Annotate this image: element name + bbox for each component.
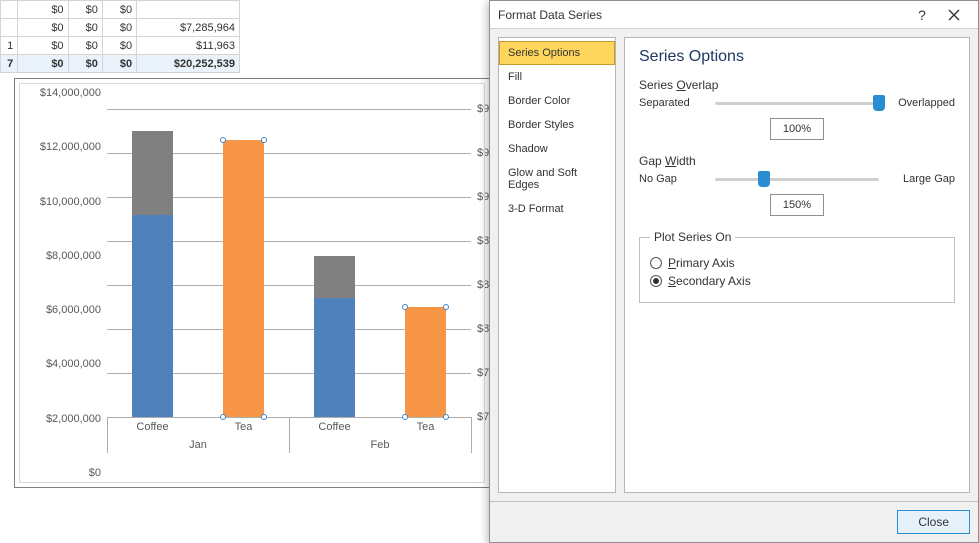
y2-axis-label: $9 [477,103,489,115]
nav-item-series-options[interactable]: Series Options [499,41,615,65]
cell[interactable]: $0 [102,55,136,73]
gap-width-label: Gap Width [639,154,955,168]
cell[interactable]: $0 [18,19,68,37]
cell[interactable] [1,1,18,19]
cell[interactable]: $11,963 [137,37,240,55]
x-axis-group-label: Jan [189,439,207,451]
dialog-content: Series Options Series Overlap Separated … [624,37,970,493]
help-button[interactable]: ? [906,4,938,26]
selection-handle[interactable] [402,414,408,420]
y2-axis-label: $9 [477,191,489,203]
gap-slider[interactable] [715,170,879,188]
cell[interactable]: $0 [68,19,102,37]
gap-value-input[interactable]: 150% [770,194,824,216]
y2-axis-label: $7 [477,411,489,423]
cell[interactable]: $0 [102,37,136,55]
dialog-footer: Close [490,501,978,542]
cell[interactable] [137,1,240,19]
y-axis-label: $12,000,000 [40,141,101,153]
overlap-left-label: Separated [639,97,705,109]
selection-handle[interactable] [402,304,408,310]
y-axis-label: $6,000,000 [46,304,101,316]
format-data-series-dialog: Format Data Series ? Series OptionsFillB… [489,0,979,543]
bar-blue[interactable] [314,298,355,417]
overlap-right-label: Overlapped [889,97,955,109]
y-axis-label: $14,000,000 [40,87,101,99]
overlap-value-input[interactable]: 100% [770,118,824,140]
content-heading: Series Options [639,48,955,66]
gap-thumb[interactable] [758,171,770,187]
nav-item-border-color[interactable]: Border Color [499,89,615,113]
cell[interactable]: $0 [102,19,136,37]
selection-handle[interactable] [220,414,226,420]
gap-right-label: Large Gap [889,173,955,185]
selection-handle[interactable] [261,414,267,420]
overlap-slider[interactable] [715,94,879,112]
y2-axis-label: $8 [477,279,489,291]
cell[interactable]: $0 [18,37,68,55]
embedded-chart[interactable]: $7$7$8$8$8$9$9$9CoffeeTeaCoffeeTeaJanFeb… [14,78,490,488]
primary-axis-radio[interactable]: Primary Axis [650,256,944,270]
selection-handle[interactable] [443,304,449,310]
y-axis-label: $0 [89,467,101,479]
selection-handle[interactable] [261,137,267,143]
nav-item-border-styles[interactable]: Border Styles [499,113,615,137]
cell[interactable]: $0 [18,1,68,19]
dialog-titlebar: Format Data Series ? [490,1,978,29]
dialog-nav: Series OptionsFillBorder ColorBorder Sty… [498,37,616,493]
y-axis-label: $8,000,000 [46,250,101,262]
x-axis-label: Coffee [136,421,168,433]
x-axis-group-label: Feb [371,439,390,451]
y2-axis-label: $8 [477,323,489,335]
bar-blue[interactable] [132,215,173,417]
dialog-title: Format Data Series [498,8,906,22]
cell[interactable]: $7,285,964 [137,19,240,37]
cell[interactable]: 7 [1,55,18,73]
cell[interactable]: 1 [1,37,18,55]
selection-handle[interactable] [220,137,226,143]
cell[interactable]: $0 [68,37,102,55]
bar-gray[interactable] [132,131,173,215]
y2-axis-label: $7 [477,367,489,379]
close-icon[interactable] [938,4,970,26]
cell[interactable] [1,19,18,37]
bar-orange[interactable] [223,140,264,417]
x-axis-label: Tea [417,421,435,433]
cell[interactable]: $0 [102,1,136,19]
plot-series-on-legend: Plot Series On [650,230,735,244]
x-axis-label: Tea [235,421,253,433]
cell[interactable]: $0 [18,55,68,73]
y2-axis-label: $9 [477,147,489,159]
worksheet-cells: $0 $0 $0 $0 $0 $0 $7,285,964 1 $0 $0 $0 … [0,0,490,73]
gap-left-label: No Gap [639,173,705,185]
close-button[interactable]: Close [897,510,970,534]
cell[interactable]: $20,252,539 [137,55,240,73]
y-axis-label: $10,000,000 [40,196,101,208]
nav-item-shadow[interactable]: Shadow [499,137,615,161]
nav-item-3-d-format[interactable]: 3-D Format [499,197,615,221]
bar-orange[interactable] [405,307,446,417]
y2-axis-label: $8 [477,235,489,247]
nav-item-glow-and-soft-edges[interactable]: Glow and Soft Edges [499,161,615,197]
y-axis-label: $2,000,000 [46,413,101,425]
y-axis-label: $4,000,000 [46,358,101,370]
secondary-axis-radio[interactable]: Secondary Axis [650,274,944,288]
selection-handle[interactable] [443,414,449,420]
overlap-thumb[interactable] [873,95,885,111]
plot-series-on-group: Plot Series On Primary Axis Secondary Ax… [639,230,955,303]
x-axis-label: Coffee [318,421,350,433]
nav-item-fill[interactable]: Fill [499,65,615,89]
bar-gray[interactable] [314,256,355,298]
cell[interactable]: $0 [68,1,102,19]
plot-area[interactable]: $7$7$8$8$8$9$9$9CoffeeTeaCoffeeTeaJanFeb [107,109,471,417]
cell[interactable]: $0 [68,55,102,73]
series-overlap-label: Series Overlap [639,78,955,92]
